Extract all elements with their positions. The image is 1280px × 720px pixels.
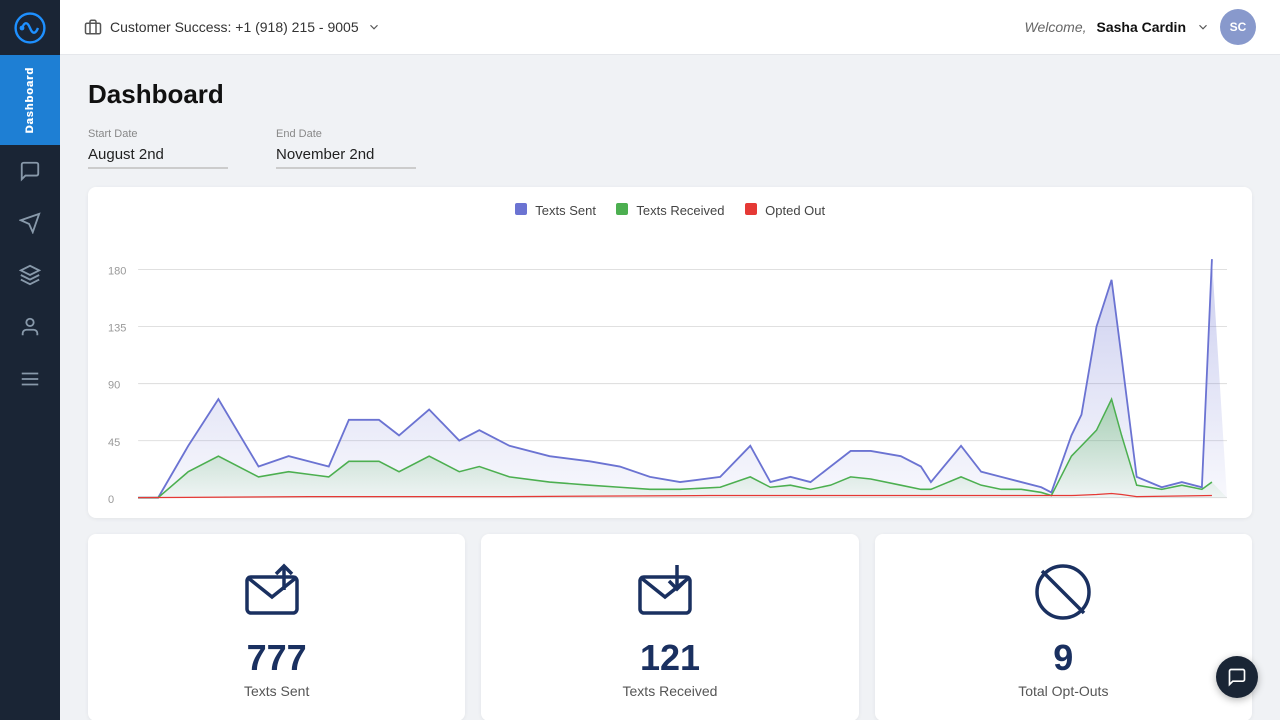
start-date-group: Start Date: [88, 128, 228, 169]
user-name: Sasha Cardin: [1097, 19, 1186, 35]
stat-card-opt-outs: 9 Total Opt-Outs: [875, 534, 1252, 720]
user-dropdown-icon[interactable]: [1196, 20, 1210, 34]
legend-received-dot: [616, 203, 628, 215]
opt-outs-label: Total Opt-Outs: [1018, 683, 1108, 699]
sidebar: Dashboard: [0, 0, 60, 720]
x-label-sep3: September 3: [227, 507, 290, 508]
sidebar-item-menu[interactable]: [0, 353, 60, 405]
topbar-user: Welcome, Sasha Cardin SC: [1025, 9, 1256, 45]
x-label-aug31: August 31: [113, 507, 163, 508]
topbar: Customer Success: +1 (918) 215 - 9005 We…: [60, 0, 1280, 55]
opt-outs-value: 9: [1053, 637, 1073, 679]
sidebar-item-messages[interactable]: [0, 145, 60, 197]
end-date-label: End Date: [276, 128, 416, 140]
texts-received-label: Texts Received: [623, 683, 718, 699]
y-label-90: 90: [108, 380, 120, 392]
y-label-45: 45: [108, 437, 120, 449]
y-label-180: 180: [108, 266, 126, 278]
x-label-sep18: September 18: [605, 507, 674, 508]
date-filters: Start Date End Date: [88, 128, 1252, 169]
x-label-oct22: October 22: [1069, 507, 1124, 508]
legend-received: Texts Received: [616, 203, 725, 218]
block-icon: [1028, 562, 1098, 627]
receive-icon: [635, 562, 705, 627]
chart-area: 0 45 90 135 180: [108, 228, 1232, 508]
x-label-nov1: November 1: [1192, 507, 1232, 508]
sent-area: [138, 259, 1227, 498]
sidebar-item-layers[interactable]: [0, 249, 60, 301]
stat-card-texts-sent: 777 Texts Sent: [88, 534, 465, 720]
chart-svg: 0 45 90 135 180: [108, 228, 1232, 508]
y-label-135: 135: [108, 323, 126, 335]
x-label-sep15: September 15: [495, 507, 564, 508]
user-avatar: SC: [1220, 9, 1256, 45]
page-body: Dashboard Start Date End Date Texts Sent…: [60, 55, 1280, 720]
legend-sent-label: Texts Sent: [535, 203, 596, 218]
start-date-label: Start Date: [88, 128, 228, 140]
legend-opted-dot: [745, 203, 757, 215]
sidebar-item-campaigns[interactable]: [0, 197, 60, 249]
dropdown-icon: [367, 20, 381, 34]
x-label-oct6: October 6: [831, 507, 879, 508]
end-date-input[interactable]: [276, 144, 416, 169]
legend-opted-label: Opted Out: [765, 203, 825, 218]
app-logo: [0, 0, 60, 55]
sidebar-active-label: Dashboard: [24, 67, 36, 133]
send-icon: [242, 562, 312, 627]
x-label-sep25: September 25: [716, 507, 785, 508]
x-label-oct13: October 13: [919, 507, 974, 508]
texts-sent-value: 777: [247, 637, 307, 679]
x-label-oct16: October 16: [999, 507, 1054, 508]
sidebar-item-dashboard[interactable]: Dashboard: [0, 55, 60, 145]
legend-opted: Opted Out: [745, 203, 826, 218]
stat-card-texts-received: 121 Texts Received: [481, 534, 858, 720]
x-label-sep9: September 9: [367, 507, 430, 508]
chart-legend: Texts Sent Texts Received Opted Out: [108, 203, 1232, 218]
start-date-input[interactable]: [88, 144, 228, 169]
stats-row: 777 Texts Sent 121 Texts Received: [88, 534, 1252, 720]
store-icon: [84, 18, 102, 36]
customer-name: Customer Success: +1 (918) 215 - 9005: [110, 19, 359, 35]
page-title: Dashboard: [88, 79, 1252, 110]
y-label-0: 0: [108, 494, 114, 506]
chart-card: Texts Sent Texts Received Opted Out 0 45…: [88, 187, 1252, 518]
texts-received-value: 121: [640, 637, 700, 679]
sidebar-item-contacts[interactable]: [0, 301, 60, 353]
legend-sent-dot: [515, 203, 527, 215]
chat-button[interactable]: [1216, 656, 1258, 698]
main-content: Customer Success: +1 (918) 215 - 9005 We…: [60, 0, 1280, 720]
texts-sent-label: Texts Sent: [244, 683, 309, 699]
topbar-customer[interactable]: Customer Success: +1 (918) 215 - 9005: [84, 18, 381, 36]
legend-sent: Texts Sent: [515, 203, 596, 218]
x-label-oct28: October 28: [1139, 507, 1194, 508]
legend-received-label: Texts Received: [636, 203, 724, 218]
end-date-group: End Date: [276, 128, 416, 169]
welcome-prefix: Welcome,: [1025, 19, 1087, 35]
